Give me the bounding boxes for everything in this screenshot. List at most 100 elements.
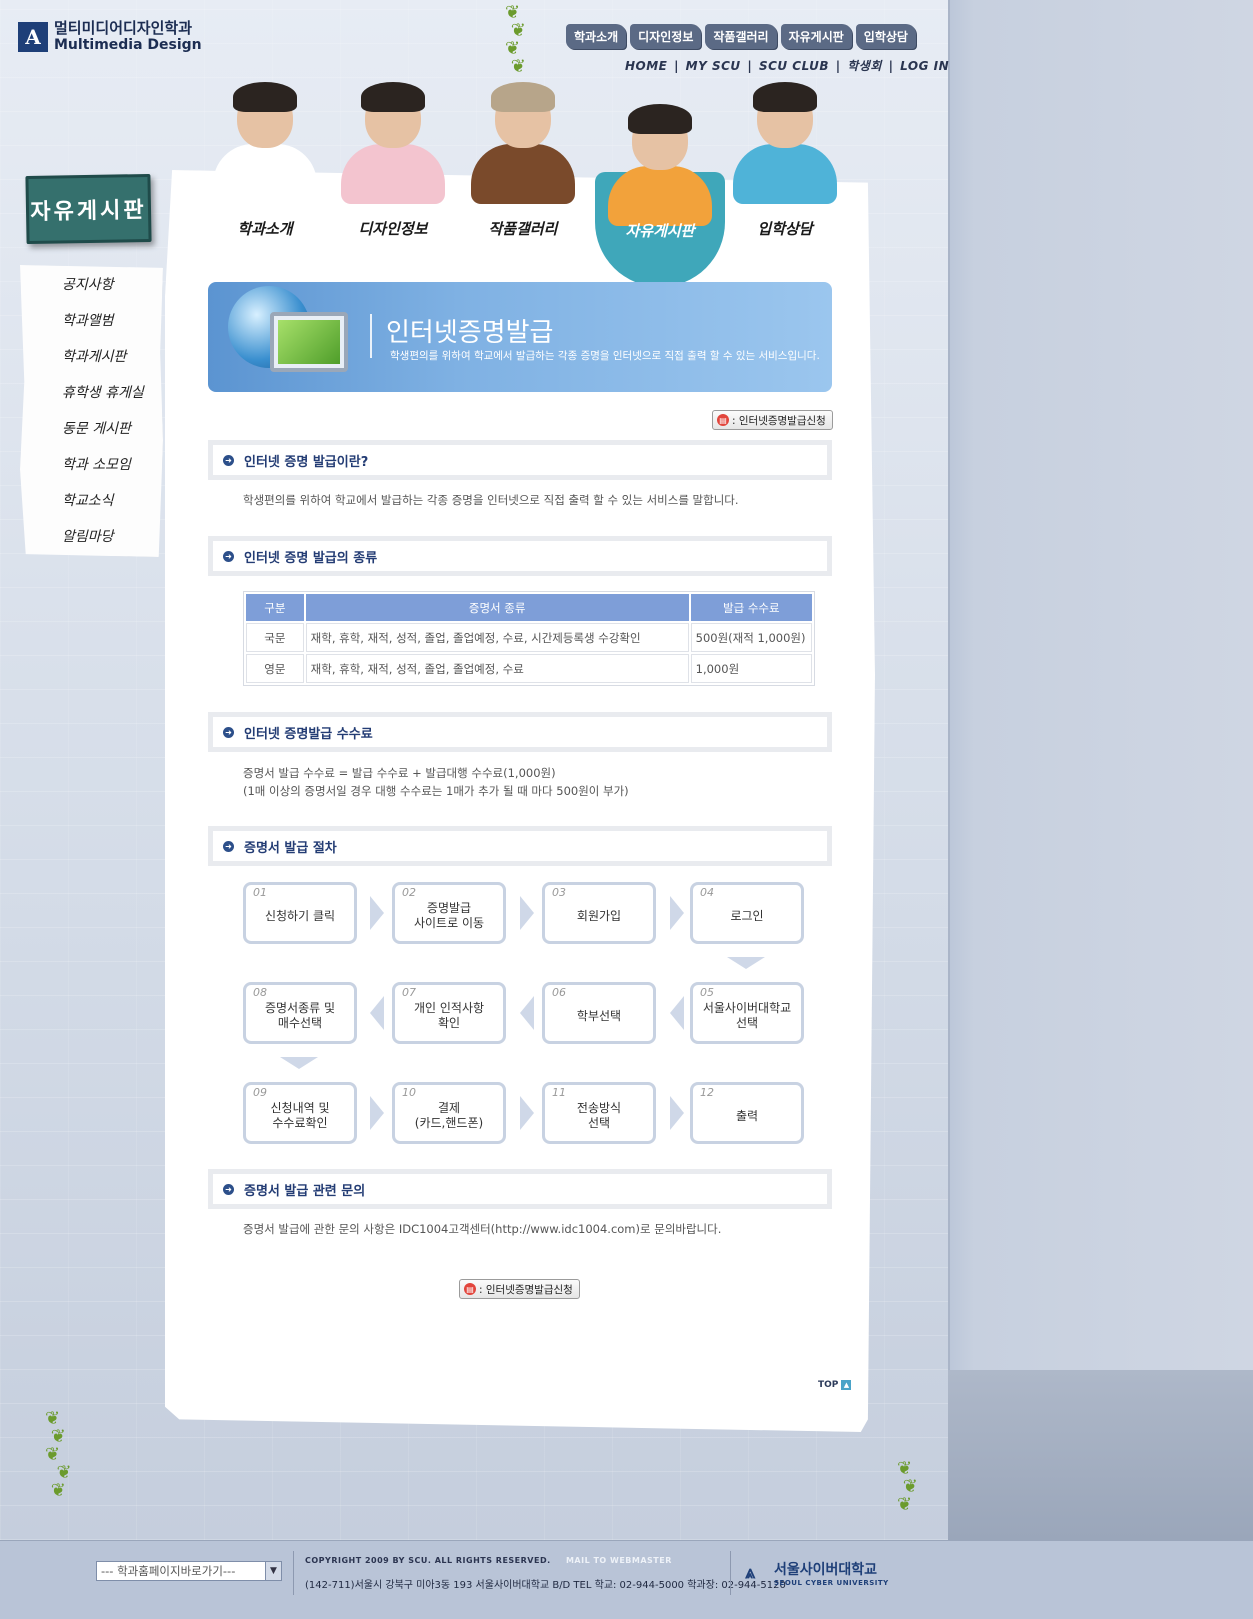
utility-nav: HOME | MY SCU | SCU CLUB | 학생회 | LOG IN xyxy=(624,57,950,74)
page-description: 학생편의를 위하여 학교에서 발급하는 각종 증명을 인터넷으로 직접 출력 할… xyxy=(390,350,820,362)
logo-mark-icon: A xyxy=(18,22,48,52)
table-row: 영문 재학, 휴학, 재적, 성적, 졸업, 졸업예정, 수료 1,000원 xyxy=(246,654,812,683)
dept-homepage-select[interactable]: --- 학과홈페이지바로가기--- ▼ xyxy=(96,1561,282,1581)
university-mark-icon: ⩓ xyxy=(745,1562,756,1583)
arrow-right-icon xyxy=(670,1096,684,1130)
procedure-step: 11 전송방식 선택 xyxy=(542,1082,656,1144)
bullet-arrow-icon: ➜ xyxy=(223,1183,234,1195)
logo-korean-text: 멀티미디어디자인학과 xyxy=(54,19,193,37)
side-menu-item-school-news[interactable]: 학교소식 xyxy=(62,490,163,526)
character-hair xyxy=(628,104,692,134)
side-board-title: 자유게시판 xyxy=(25,173,152,245)
apply-button-label: : 인터넷증명발급신청 xyxy=(732,414,826,427)
char-nav-design-info[interactable]: 디자인정보 xyxy=(333,80,453,270)
apply-certificate-button[interactable]: ▤ : 인터넷증명발급신청 xyxy=(712,410,833,430)
table-header-fee: 발급 수수료 xyxy=(690,594,812,621)
procedure-step: 03 회원가입 xyxy=(542,882,656,944)
scroll-to-top-link[interactable]: TOP ▲ xyxy=(818,1380,852,1390)
bullet-arrow-icon: ➜ xyxy=(223,726,234,738)
step-label: 개인 인적사항 확인 xyxy=(413,1001,485,1030)
section-header-what: ➜ 인터넷 증명 발급이란? xyxy=(208,440,832,480)
page-title: 인터넷증명발급 xyxy=(386,318,554,348)
side-menu-item-alumni[interactable]: 동문 게시판 xyxy=(62,418,163,454)
background-wall-right xyxy=(948,0,1253,1540)
table-cell-cert-type: 재학, 휴학, 재적, 성적, 졸업, 졸업예정, 수료, 시간제등록생 수강확… xyxy=(305,623,689,652)
section-text-inquiry: 증명서 발급에 관한 문의 사항은 IDC1004고객센터(http://www… xyxy=(243,1222,722,1236)
chevron-down-icon[interactable]: ▼ xyxy=(265,1562,281,1580)
apply-certificate-button-bottom[interactable]: ▤ : 인터넷증명발급신청 xyxy=(459,1279,580,1299)
side-menu-item-club[interactable]: 학과 소모임 xyxy=(62,454,163,490)
vine-decoration: ❦ ❦ ❦ xyxy=(897,1458,918,1515)
arrow-right-icon xyxy=(370,1096,384,1130)
fee-formula-text: 증명서 발급 수수료 = 발급 수수료 + 발급대행 수수료(1,000원) xyxy=(243,766,556,780)
top-link-label: TOP xyxy=(818,1380,839,1390)
char-nav-dept-intro[interactable]: 학과소개 xyxy=(205,80,325,270)
char-nav-free-board[interactable]: 자유게시판 xyxy=(595,102,725,292)
table-cell-fee: 1,000원 xyxy=(690,654,812,683)
char-nav-gallery[interactable]: 작품갤러리 xyxy=(463,80,583,270)
bullet-arrow-icon: ➜ xyxy=(223,550,234,562)
footer-divider xyxy=(293,1551,294,1595)
mail-to-webmaster-link[interactable]: MAIL TO WEBMASTER xyxy=(566,1556,672,1565)
utility-nav-login[interactable]: LOG IN xyxy=(900,59,949,73)
top-nav-design-info[interactable]: 디자인정보 xyxy=(630,24,702,49)
character-body xyxy=(733,144,837,204)
section-title: 인터넷 증명발급 수수료 xyxy=(244,726,373,742)
character-body xyxy=(341,144,445,204)
top-nav-dept-intro[interactable]: 학과소개 xyxy=(566,24,627,49)
character-body xyxy=(471,144,575,204)
top-nav-gallery[interactable]: 작품갤러리 xyxy=(705,24,777,49)
arrow-down-icon xyxy=(280,1057,318,1069)
side-menu-item-notice[interactable]: 공지사항 xyxy=(62,274,163,310)
step-label: 전송방식 선택 xyxy=(576,1101,622,1130)
table-header-row: 구분 증명서 종류 발급 수수료 xyxy=(246,594,812,621)
table-cell-fee: 500원(재적 1,000원) xyxy=(690,623,812,652)
bullet-arrow-icon: ➜ xyxy=(223,454,234,466)
top-nav-admission[interactable]: 입학상담 xyxy=(855,24,916,49)
footer-divider xyxy=(730,1551,731,1595)
step-label: 회원가입 xyxy=(576,908,622,923)
procedure-step: 05 서울사이버대학교 선택 xyxy=(690,982,804,1044)
char-nav-admission[interactable]: 입학상담 xyxy=(725,80,845,270)
procedure-step: 02 증명발급 사이트로 이동 xyxy=(392,882,506,944)
arrow-left-icon xyxy=(370,996,384,1030)
side-menu-item-album[interactable]: 학과앨범 xyxy=(62,310,163,346)
char-nav-label: 학과소개 xyxy=(237,220,293,238)
procedure-step: 09 신청내역 및 수수료확인 xyxy=(243,1082,357,1144)
utility-nav-separator: | xyxy=(888,59,894,73)
top-nav: 학과소개 디자인정보 작품갤러리 자유게시판 입학상담 xyxy=(566,24,916,49)
procedure-step: 08 증명서종류 및 매수선택 xyxy=(243,982,357,1044)
certificate-types-table: 구분 증명서 종류 발급 수수료 국문 재학, 휴학, 재적, 성적, 졸업, … xyxy=(243,591,815,686)
select-value: --- 학과홈페이지바로가기--- xyxy=(101,1564,236,1578)
copyright-label: COPYRIGHT 2009 BY SCU. ALL RIGHTS RESERV… xyxy=(305,1556,551,1565)
side-menu-item-lounge[interactable]: 휴학생 휴게실 xyxy=(62,382,163,418)
page-banner: 인터넷증명발급 학생편의를 위하여 학교에서 발급하는 각종 증명을 인터넷으로… xyxy=(208,282,832,392)
step-label: 출력 xyxy=(735,1108,759,1123)
utility-nav-separator: | xyxy=(674,59,679,73)
procedure-step: 07 개인 인적사항 확인 xyxy=(392,982,506,1044)
form-icon: ▤ xyxy=(717,414,729,426)
section-header-procedure: ➜ 증명서 발급 절차 xyxy=(208,826,832,866)
utility-nav-student-council[interactable]: 학생회 xyxy=(847,59,882,73)
copyright-text: COPYRIGHT 2009 BY SCU. ALL RIGHTS RESERV… xyxy=(305,1556,672,1565)
side-menu-item-dept-board[interactable]: 학과게시판 xyxy=(62,346,163,382)
section-title: 인터넷 증명 발급이란? xyxy=(244,454,369,470)
char-nav-label: 작품갤러리 xyxy=(488,220,558,238)
apply-button-label: : 인터넷증명발급신청 xyxy=(479,1283,573,1296)
utility-nav-separator: | xyxy=(835,59,841,73)
procedure-step: 10 결제 (카드,핸드폰) xyxy=(392,1082,506,1144)
character-hair xyxy=(753,82,817,112)
utility-nav-scu-club[interactable]: SCU CLUB xyxy=(759,59,829,73)
university-logo[interactable]: ⩓ 서울사이버대학교 SEOUL CYBER UNIVERSITY xyxy=(745,1559,889,1587)
table-row: 국문 재학, 휴학, 재적, 성적, 졸업, 졸업예정, 수료, 시간제등록생 … xyxy=(246,623,812,652)
site-logo[interactable]: A 멀티미디어디자인학과 Multimedia Design xyxy=(18,20,202,54)
utility-nav-my-scu[interactable]: MY SCU xyxy=(686,59,741,73)
procedure-step: 01 신청하기 클릭 xyxy=(243,882,357,944)
vine-decoration: ❦ ❦ ❦ ❦ ❦ xyxy=(45,1408,72,1501)
arrow-right-icon xyxy=(520,896,534,930)
utility-nav-home[interactable]: HOME xyxy=(625,59,667,73)
character-hair xyxy=(233,82,297,112)
section-title: 증명서 발급 관련 문의 xyxy=(244,1183,366,1199)
top-nav-free-board[interactable]: 자유게시판 xyxy=(780,24,852,49)
section-title: 증명서 발급 절차 xyxy=(244,840,337,856)
